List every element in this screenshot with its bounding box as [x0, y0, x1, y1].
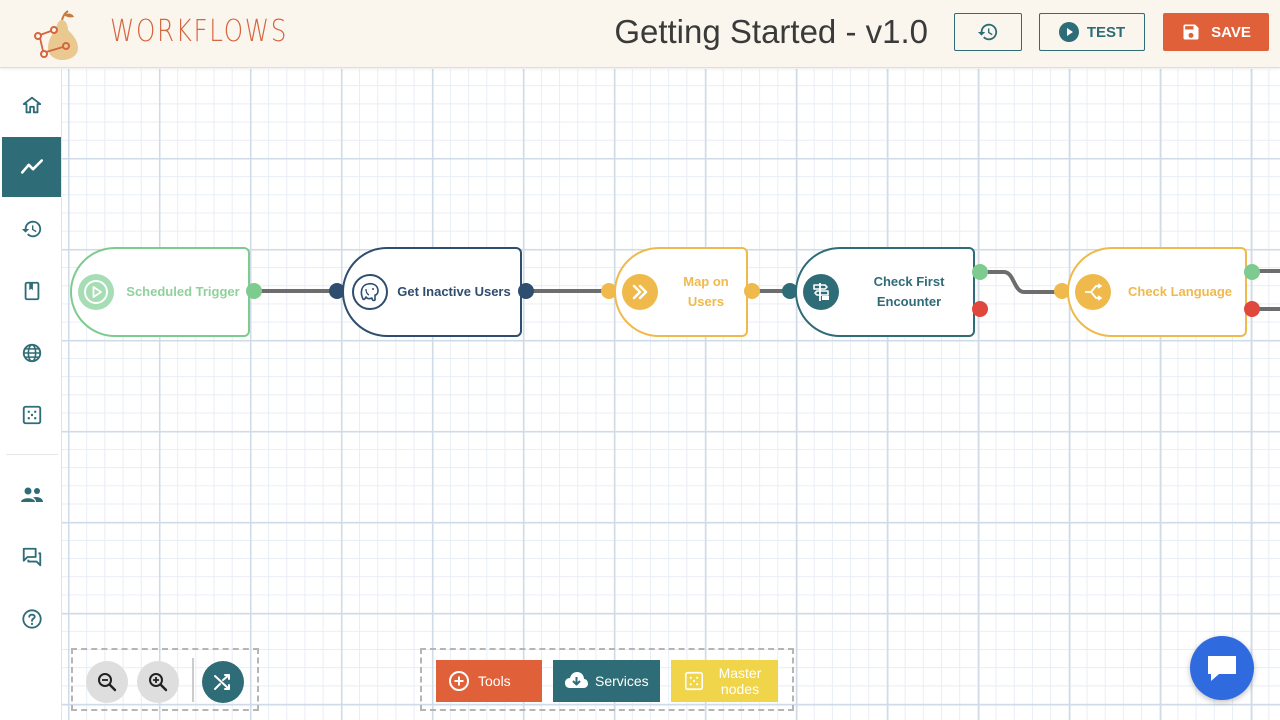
sidebar-item-web[interactable] — [2, 323, 61, 383]
home-icon — [22, 96, 41, 114]
version-history-button[interactable] — [954, 13, 1022, 51]
sidebar-item-history[interactable] — [2, 199, 61, 259]
sidebar-item-home[interactable] — [2, 75, 61, 135]
people-icon — [20, 487, 43, 502]
node-check-first-encounter[interactable]: Check First Encounter — [795, 247, 975, 337]
node-label: Get Inactive Users — [397, 284, 511, 299]
dots-grid-icon — [684, 671, 704, 691]
output-port-false[interactable] — [1244, 301, 1260, 317]
node-label: Map on Users — [683, 274, 729, 309]
output-port-true[interactable] — [1244, 264, 1260, 280]
brand-name: WORKFLOWS — [110, 14, 288, 49]
node-palette-toolbar: Tools Services Master nodes — [420, 648, 794, 711]
shuffle-icon — [214, 674, 230, 690]
connection-wire[interactable] — [258, 289, 340, 293]
app-header: WORKFLOWS Getting Started - v1.0 TEST SA… — [0, 0, 1280, 68]
sidebar-item-bookmarks[interactable] — [2, 261, 61, 321]
forum-icon — [22, 547, 41, 567]
connection-wire[interactable] — [984, 262, 1060, 302]
master-nodes-button-label: Master nodes — [718, 665, 762, 697]
node-label: Check First Encounter — [873, 274, 945, 309]
double-chevron-right-icon — [622, 274, 658, 310]
play-circle-icon — [78, 274, 114, 310]
workflow-title[interactable]: Getting Started - v1.0 — [614, 13, 928, 51]
zoom-in-button[interactable] — [137, 661, 179, 703]
pear-logo-icon — [34, 10, 78, 60]
node-scheduled-trigger[interactable]: Scheduled Trigger — [70, 247, 250, 337]
node-label: Scheduled Trigger — [126, 284, 240, 299]
output-port-false[interactable] — [972, 301, 988, 317]
dots-grid-icon — [22, 405, 41, 425]
floppy-disk-icon — [1183, 24, 1199, 40]
toolbar-divider — [192, 658, 194, 702]
zoom-out-button[interactable] — [86, 661, 128, 703]
zoom-in-icon — [149, 673, 168, 692]
sidebar-item-help[interactable] — [2, 589, 61, 649]
history-icon — [977, 23, 998, 41]
sidebar-item-chat[interactable] — [2, 527, 61, 587]
output-port[interactable] — [518, 283, 534, 299]
test-button-label: TEST — [1086, 23, 1126, 41]
output-port[interactable] — [744, 283, 760, 299]
add-circle-icon — [449, 671, 469, 691]
node-get-inactive-users[interactable]: Get Inactive Users — [342, 247, 522, 337]
save-button[interactable]: SAVE — [1163, 13, 1269, 51]
cloud-download-icon — [565, 672, 588, 688]
sidebar-item-users[interactable] — [2, 465, 61, 525]
services-button-label: Services — [595, 673, 649, 689]
help-icon — [21, 609, 42, 629]
output-port[interactable] — [246, 283, 262, 299]
play-circle-icon — [1058, 22, 1079, 42]
branch-split-icon — [1075, 274, 1111, 310]
master-nodes-button[interactable]: Master nodes — [671, 660, 778, 702]
support-chat-button[interactable] — [1190, 636, 1254, 700]
sidebar — [0, 69, 62, 720]
workflow-canvas[interactable] — [62, 69, 1280, 720]
output-port-true[interactable] — [972, 264, 988, 280]
node-check-language[interactable]: Check Language — [1067, 247, 1247, 337]
test-button[interactable]: TEST — [1039, 13, 1145, 51]
trending-icon — [20, 159, 43, 174]
bookmark-icon — [24, 281, 39, 301]
auto-layout-button[interactable] — [202, 661, 244, 703]
sidebar-item-analytics[interactable] — [2, 137, 61, 197]
tools-button-label: Tools — [478, 673, 511, 689]
sidebar-divider — [6, 454, 58, 455]
tools-button[interactable]: Tools — [436, 660, 542, 702]
zoom-toolbar — [71, 648, 259, 711]
history-icon — [21, 220, 41, 238]
zoom-out-icon — [98, 673, 117, 692]
node-label: Check Language — [1127, 284, 1233, 299]
chat-bubble-icon — [1208, 656, 1236, 681]
postgres-elephant-icon — [352, 274, 388, 310]
globe-icon — [22, 343, 41, 363]
node-map-on-users[interactable]: Map on Users — [614, 247, 748, 337]
signpost-icon — [803, 274, 839, 310]
save-button-label: SAVE — [1211, 23, 1251, 41]
connection-wire[interactable] — [530, 289, 610, 293]
services-button[interactable]: Services — [553, 660, 660, 702]
sidebar-item-grid[interactable] — [2, 385, 61, 445]
